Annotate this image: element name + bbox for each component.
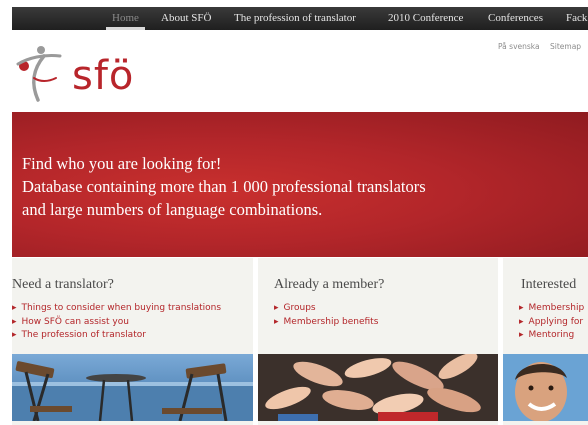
hands-image-icon xyxy=(258,354,498,421)
nav-item-2010-conference[interactable]: 2010 Conference xyxy=(388,7,463,30)
banner-line-3: and large numbers of language combinatio… xyxy=(22,200,323,219)
photo-chairs-by-sea[interactable] xyxy=(12,354,253,421)
link-mentoring[interactable]: Mentoring xyxy=(519,329,584,343)
column-interested: Interested Membership Applying for Mento… xyxy=(503,258,588,425)
man-image-icon xyxy=(503,354,588,421)
nav-item-conferences[interactable]: Conferences xyxy=(488,7,543,30)
logo-figure-icon xyxy=(16,46,62,102)
nav-item-fack[interactable]: Fack xyxy=(566,7,587,30)
column-title: Need a translator? xyxy=(12,277,114,292)
swedish-language-link[interactable]: På svenska xyxy=(498,42,540,51)
link-groups[interactable]: Groups xyxy=(274,302,378,316)
logo-wordmark: sfö xyxy=(72,53,135,99)
column-need-translator: Need a translator? Things to consider wh… xyxy=(12,258,253,425)
banner-line-2: Database containing more than 1 000 prof… xyxy=(22,177,426,196)
link-how-sfo-can-assist[interactable]: How SFÖ can assist you xyxy=(12,316,221,330)
link-membership-benefits[interactable]: Membership benefits xyxy=(274,316,379,330)
sfo-logo[interactable]: sfö xyxy=(14,42,144,106)
nav-item-profession[interactable]: The profession of translator xyxy=(234,7,356,30)
photo-hands-together[interactable] xyxy=(258,354,498,421)
link-profession-of-translator[interactable]: The profession of translator xyxy=(12,329,221,343)
sitemap-link[interactable]: Sitemap xyxy=(550,42,581,51)
nav-item-home[interactable]: Home xyxy=(106,7,145,30)
link-membership[interactable]: Membership xyxy=(519,302,585,316)
nav-item-about[interactable]: About SFÖ xyxy=(161,7,211,30)
column-links: Membership Applying for Mentoring xyxy=(519,302,585,343)
link-applying-for[interactable]: Applying for xyxy=(519,316,584,330)
column-title: Already a member? xyxy=(274,277,385,292)
column-title: Interested xyxy=(521,277,577,292)
utility-links: På svenska Sitemap xyxy=(498,42,588,51)
column-links: Groups Membership benefits xyxy=(274,302,379,330)
site-header: På svenska Sitemap sfö xyxy=(12,30,588,112)
banner-text: Find who you are looking for! Database c… xyxy=(22,152,582,221)
top-navigation: Home About SFÖ The profession of transla… xyxy=(12,7,588,30)
column-already-member: Already a member? Groups Membership bene… xyxy=(258,258,498,425)
banner-headline: Find who you are looking for! xyxy=(22,154,222,173)
hero-banner[interactable]: Find who you are looking for! Database c… xyxy=(12,112,588,257)
link-things-to-consider[interactable]: Things to consider when buying translati… xyxy=(12,302,222,316)
chairs-image-icon xyxy=(12,361,253,421)
column-links: Things to consider when buying translati… xyxy=(12,302,222,343)
photo-smiling-man[interactable] xyxy=(503,354,588,421)
